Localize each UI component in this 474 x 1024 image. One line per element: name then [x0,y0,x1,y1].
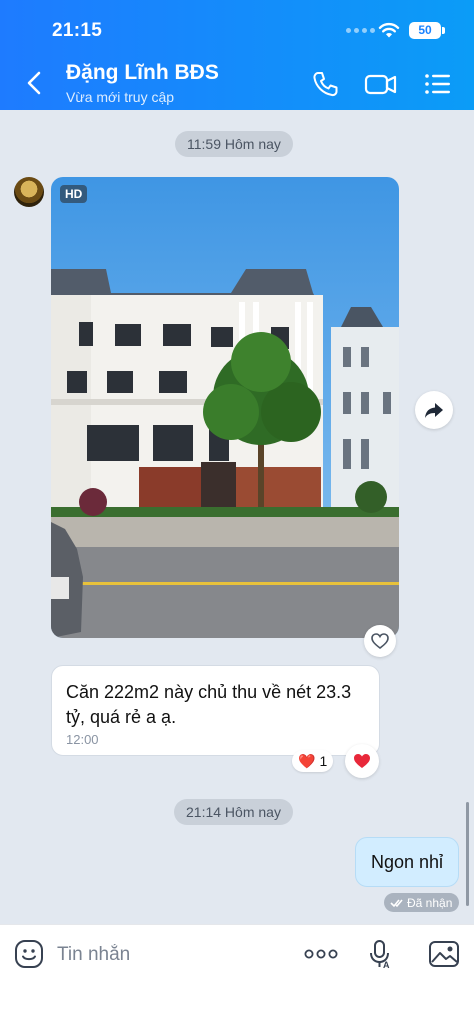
chat-area[interactable]: 11:59 Hôm nay HD Căn 222m2 này chủ thu v… [0,110,474,924]
back-icon[interactable] [20,68,50,98]
message-text: Căn 222m2 này chủ thu về nét 23.3 tỷ, qu… [66,682,352,727]
hd-badge: HD [60,185,88,203]
react-heart-button[interactable] [364,625,396,657]
cellular-signal-icon [346,28,375,33]
delivery-status: Đã nhận [384,893,460,912]
incoming-message-bubble[interactable]: Căn 222m2 này chủ thu về nét 23.3 tỷ, qu… [51,665,380,756]
top-bar: 21:15 50 Đặng Lĩnh BĐS Vừa mới truy cập [0,0,474,110]
more-icon[interactable] [303,943,339,965]
reaction-count: 1 [319,753,328,769]
image-icon[interactable] [428,939,460,969]
mic-icon[interactable]: A [366,939,394,969]
house-photo [51,177,399,638]
menu-icon[interactable] [422,68,454,100]
message-composer: A [0,924,474,1024]
contact-avatar[interactable] [14,177,44,207]
status-time: 21:15 [52,20,103,41]
forward-icon [425,403,443,418]
wifi-icon [378,22,400,38]
react-button[interactable] [345,744,379,778]
svg-text:A: A [383,960,390,969]
photo-message[interactable]: HD [51,177,399,638]
reaction-emoji: ❤️ [298,752,316,769]
scrollbar[interactable] [466,802,469,906]
message-input[interactable] [57,939,287,971]
forward-button[interactable] [415,391,453,429]
delivery-status-text: Đã nhận [407,895,453,910]
battery-indicator: 50 [409,22,445,39]
heart-icon [354,754,370,768]
message-time: 12:00 [66,732,99,747]
contact-status: Vừa mới truy cập [66,89,175,105]
time-separator: 11:59 Hôm nay [175,131,293,157]
reaction-summary[interactable]: ❤️ 1 [292,750,334,772]
double-check-icon [390,898,403,907]
time-separator: 21:14 Hôm nay [174,799,293,825]
heart-outline-icon [371,633,389,649]
video-call-icon[interactable] [363,68,399,100]
outgoing-message-bubble[interactable]: Ngon nhỉ [355,837,459,887]
contact-name[interactable]: Đặng Lĩnh BĐS [66,61,219,85]
phone-icon[interactable] [309,68,341,100]
emoji-icon[interactable] [14,939,44,969]
